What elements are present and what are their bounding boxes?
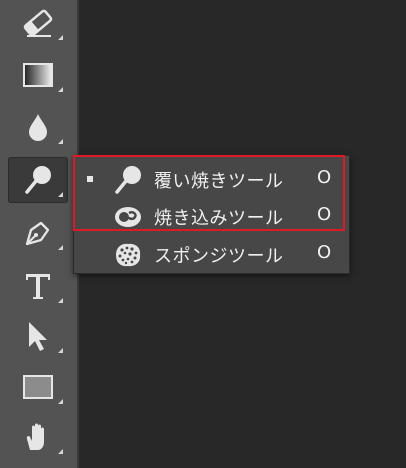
type-tool-button[interactable] xyxy=(8,263,68,309)
tool-group-indicator xyxy=(58,192,63,197)
menu-item-burn-tool[interactable]: 焼き込みツール O xyxy=(74,198,349,234)
blur-tool-button[interactable] xyxy=(8,104,68,150)
water-drop-icon xyxy=(29,114,47,141)
tools-panel xyxy=(0,0,77,468)
eraser-tool-button[interactable] xyxy=(8,0,68,46)
rectangle-icon xyxy=(23,375,53,399)
tool-group-indicator xyxy=(58,449,63,454)
dodge-icon xyxy=(25,166,51,194)
rectangle-tool-button[interactable] xyxy=(8,364,68,410)
sponge-icon xyxy=(116,243,141,267)
pen-nib-icon xyxy=(25,221,50,246)
hand-icon xyxy=(26,423,44,450)
tool-group-indicator xyxy=(58,399,63,404)
shortcut-key: O xyxy=(317,204,332,225)
menu-item-dodge-tool[interactable]: 覆い焼きツール O xyxy=(74,161,349,197)
menu-item-label: 覆い焼きツール xyxy=(154,171,284,192)
selected-indicator xyxy=(87,176,93,182)
tool-group-indicator xyxy=(58,245,63,250)
path-selection-tool-button[interactable] xyxy=(8,313,68,359)
tool-group-indicator xyxy=(58,348,63,353)
dodge-tool-button[interactable] xyxy=(8,157,68,203)
shortcut-key: O xyxy=(317,167,332,188)
dodge-icon xyxy=(115,166,141,194)
arrow-cursor-icon xyxy=(29,322,47,351)
tool-group-indicator xyxy=(58,298,63,303)
burn-hand-icon xyxy=(115,207,141,227)
menu-item-sponge-tool[interactable]: スポンジツール O xyxy=(74,236,349,272)
pen-tool-button[interactable] xyxy=(8,210,68,256)
tool-group-indicator xyxy=(58,87,63,92)
gradient-tool-button[interactable] xyxy=(8,52,68,98)
hand-tool-button[interactable] xyxy=(8,414,68,460)
menu-item-label: スポンジツール xyxy=(154,246,284,267)
gradient-icon xyxy=(23,63,53,87)
tool-group-indicator xyxy=(58,139,63,144)
shortcut-key: O xyxy=(317,242,332,263)
type-t-icon xyxy=(26,274,50,299)
eraser-icon xyxy=(23,9,53,37)
tool-flyout-menu: 覆い焼きツール O 焼き込みツール O スポンジツール O xyxy=(73,155,350,274)
menu-item-label: 焼き込みツール xyxy=(154,208,284,229)
tool-group-indicator xyxy=(58,35,63,40)
